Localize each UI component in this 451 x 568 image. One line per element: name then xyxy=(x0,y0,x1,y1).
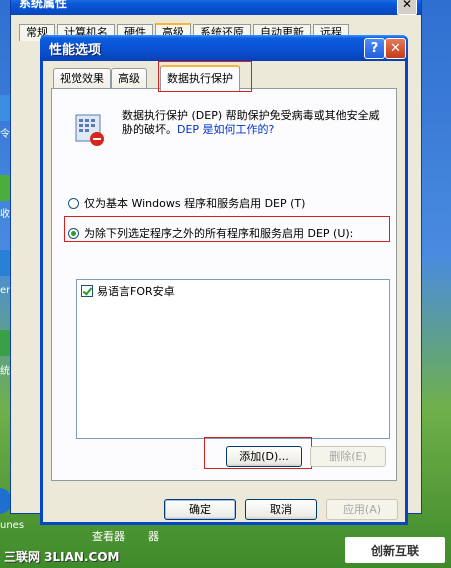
radio-option-basic[interactable]: 仅为基本 Windows 程序和服务启用 DEP (T) xyxy=(68,195,305,211)
apply-button[interactable]: 应用(A) xyxy=(326,499,398,520)
radio-option-basic-label: 仅为基本 Windows 程序和服务启用 DEP (T) xyxy=(84,197,306,210)
desktop-bottom-label: 器 xyxy=(148,530,159,543)
desktop-icon-label: er xyxy=(0,285,11,296)
dep-tab-panel: 数据执行保护 (DEP) 帮助保护免受病毒或其他安全威胁的破坏。DEP 是如何工… xyxy=(51,88,397,481)
help-icon[interactable]: ? xyxy=(364,38,385,59)
watermark-left: 三联网 3LIAN.COM xyxy=(4,550,120,564)
program-checkbox[interactable] xyxy=(81,285,93,297)
dialog-title: 性能选项 xyxy=(49,43,102,58)
watermark-right: 创新互联 xyxy=(345,537,445,563)
remove-button[interactable]: 删除(E) xyxy=(310,446,386,467)
annotation-box-add xyxy=(204,437,312,469)
dialog-titlebar[interactable]: 性能选项 ? ✕ xyxy=(40,35,408,61)
tab-advanced[interactable]: 高级 xyxy=(111,68,147,89)
close-icon[interactable]: ✕ xyxy=(385,38,406,59)
desktop-icon-label: 令 xyxy=(0,129,10,140)
performance-options-dialog: 性能选项 ? ✕ 视觉效果 高级 数据执行保护 数据执行保护 (DEP) 帮助保… xyxy=(40,35,408,525)
program-label: 易语言FOR安卓 xyxy=(97,285,175,298)
system-properties-titlebar: 系统属性 ✕ xyxy=(11,0,421,15)
watermark-right-text: 创新互联 xyxy=(370,543,419,558)
cancel-button[interactable]: 取消 xyxy=(245,499,317,520)
desktop-icon-label: 收 xyxy=(0,209,10,220)
annotation-box-tab xyxy=(158,61,252,92)
annotation-box-radio xyxy=(64,216,390,242)
radio-button[interactable] xyxy=(68,197,79,209)
list-item[interactable]: 易语言FOR安卓 xyxy=(81,283,175,299)
ok-button[interactable]: 确定 xyxy=(164,499,236,520)
program-exception-list[interactable]: 易语言FOR安卓 xyxy=(76,279,390,439)
desktop-icon-label: unes xyxy=(0,520,25,531)
system-properties-title: 系统属性 xyxy=(19,0,68,10)
dep-help-link[interactable]: DEP 是如何工作的? xyxy=(177,123,274,136)
close-icon[interactable]: ✕ xyxy=(397,0,417,15)
tab-visual-effects[interactable]: 视觉效果 xyxy=(53,68,111,89)
desktop-icon-label: 统 xyxy=(0,366,10,377)
dep-shield-icon xyxy=(75,114,104,146)
desktop-bottom-label: 查看器 xyxy=(92,530,125,543)
dep-description: 数据执行保护 (DEP) 帮助保护免受病毒或其他安全威胁的破坏。DEP 是如何工… xyxy=(122,109,390,137)
